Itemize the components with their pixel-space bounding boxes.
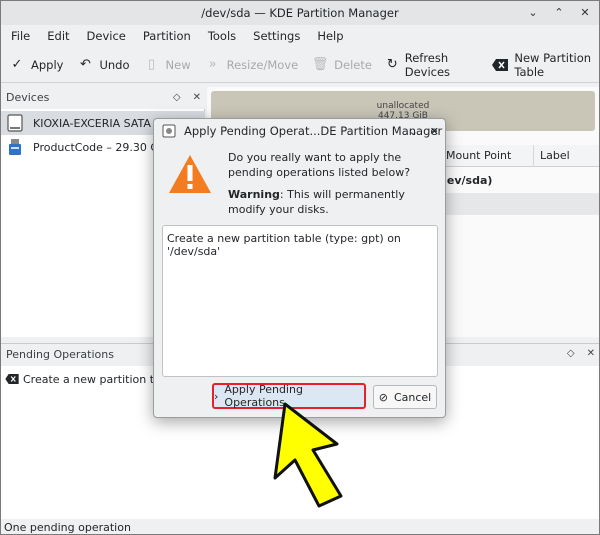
dialog-minimize-icon[interactable]: ⌄ [409, 125, 418, 138]
minimize-icon[interactable]: ⌄ [527, 1, 539, 25]
chevron-right-icon: › [214, 389, 219, 403]
pointer-arrow-annotation [273, 402, 343, 508]
menu-help[interactable]: Help [313, 29, 347, 43]
float-pane-icon[interactable]: ◇ [567, 348, 575, 359]
float-pane-icon[interactable]: ◇ [173, 87, 181, 109]
dialog-title-bar: Apply Pending Operat...DE Partition Mana… [154, 119, 445, 143]
dialog-close-icon[interactable]: ✕ [430, 125, 439, 138]
resize-move-button[interactable]: » Resize/Move [205, 52, 299, 78]
status-bar: One pending operation [1, 519, 599, 534]
dialog-title: Apply Pending Operat...DE Partition Mana… [184, 124, 443, 138]
menu-file[interactable]: File [7, 29, 34, 43]
partition-manager-icon [162, 124, 176, 138]
list-item: Create a new partition table (type: gpt)… [167, 232, 401, 258]
column-label[interactable]: Label [533, 145, 599, 167]
cancel-button[interactable]: ⊘ Cancel [373, 385, 437, 409]
window-title: /dev/sda — KDE Partition Manager [201, 6, 399, 20]
warning-icon [169, 155, 211, 193]
undo-button[interactable]: ↶ Undo [77, 52, 130, 78]
apply-dialog: Apply Pending Operat...DE Partition Mana… [153, 118, 446, 418]
close-pane-icon[interactable]: ✕ [193, 87, 201, 109]
dialog-message: Do you really want to apply the pending … [228, 151, 411, 216]
hard-disk-icon [7, 114, 23, 132]
column-mount-point[interactable]: Mount Point [439, 145, 533, 167]
toolbar: ✓ Apply ↶ Undo ▯ New » Resize/Move 🗑 Del… [1, 47, 599, 83]
menu-partition[interactable]: Partition [139, 29, 195, 43]
devices-pane-header: Devices ◇ ✕ [1, 87, 205, 109]
usb-drive-icon [9, 139, 21, 155]
new-button[interactable]: ▯ New [144, 52, 191, 78]
title-bar: /dev/sda — KDE Partition Manager ⌄ ⌃ ✕ [1, 1, 599, 25]
checkmark-icon: ✓ [11, 57, 23, 72]
refresh-icon: ↻ [386, 57, 398, 72]
new-document-icon: ▯ [147, 57, 156, 72]
trash-icon: 🗑 [311, 57, 329, 72]
menu-settings[interactable]: Settings [249, 29, 304, 43]
clear-table-icon [5, 374, 19, 384]
undo-icon: ↶ [80, 57, 91, 72]
menu-tools[interactable]: Tools [204, 29, 240, 43]
menu-bar: File Edit Device Partition Tools Setting… [1, 25, 599, 47]
menu-edit[interactable]: Edit [43, 29, 73, 43]
resize-icon: » [208, 57, 217, 72]
close-icon[interactable]: ✕ [579, 1, 591, 25]
refresh-devices-button[interactable]: ↻ Refresh Devices [386, 51, 478, 79]
clear-table-icon [492, 57, 509, 73]
cancel-icon: ⊘ [378, 390, 388, 404]
delete-button[interactable]: 🗑 Delete [312, 52, 372, 78]
maximize-icon[interactable]: ⌃ [553, 1, 565, 25]
menu-device[interactable]: Device [83, 29, 130, 43]
apply-button[interactable]: ✓ Apply [9, 52, 64, 78]
new-partition-table-button[interactable]: New Partition Table [492, 51, 599, 79]
close-pane-icon[interactable]: ✕ [587, 348, 595, 359]
pending-operations-list[interactable]: Create a new partition table (type: gpt)… [162, 225, 438, 377]
